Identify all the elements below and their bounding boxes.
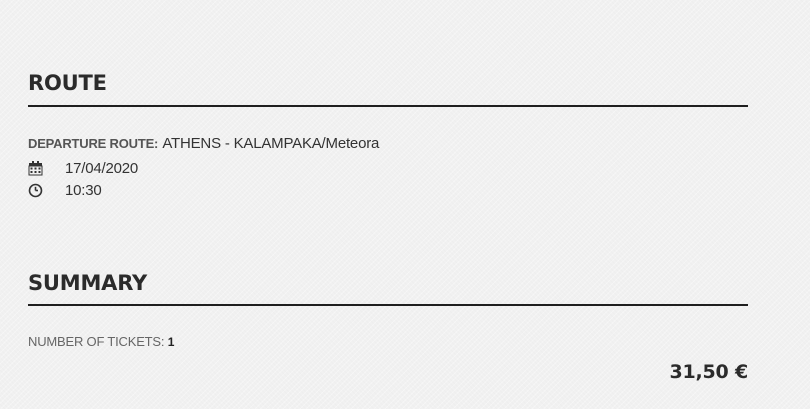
departure-date-row: 17/04/2020 xyxy=(28,159,138,177)
departure-route-value: ATHENS - KALAMPAKA/Meteora xyxy=(162,135,380,152)
departure-route: DEPARTURE ROUTE: ATHENS - KALAMPAKA/Mete… xyxy=(28,135,379,153)
ticket-count-label: NUMBER OF TICKETS: xyxy=(28,334,165,349)
ticket-count: NUMBER OF TICKETS: 1 xyxy=(28,334,174,349)
route-heading: ROUTE xyxy=(28,71,107,95)
departure-route-label: DEPARTURE ROUTE: xyxy=(28,136,159,151)
departure-time-row: 10:30 xyxy=(28,181,102,199)
calendar-icon xyxy=(28,160,43,176)
departure-time: 10:30 xyxy=(65,181,102,199)
total-price: 31,50 € xyxy=(669,361,748,383)
ticket-count-value: 1 xyxy=(167,335,175,349)
route-divider xyxy=(28,105,748,107)
clock-icon xyxy=(28,183,43,198)
summary-heading: SUMMARY xyxy=(28,271,148,295)
summary-divider xyxy=(28,304,748,306)
departure-date: 17/04/2020 xyxy=(65,159,139,177)
